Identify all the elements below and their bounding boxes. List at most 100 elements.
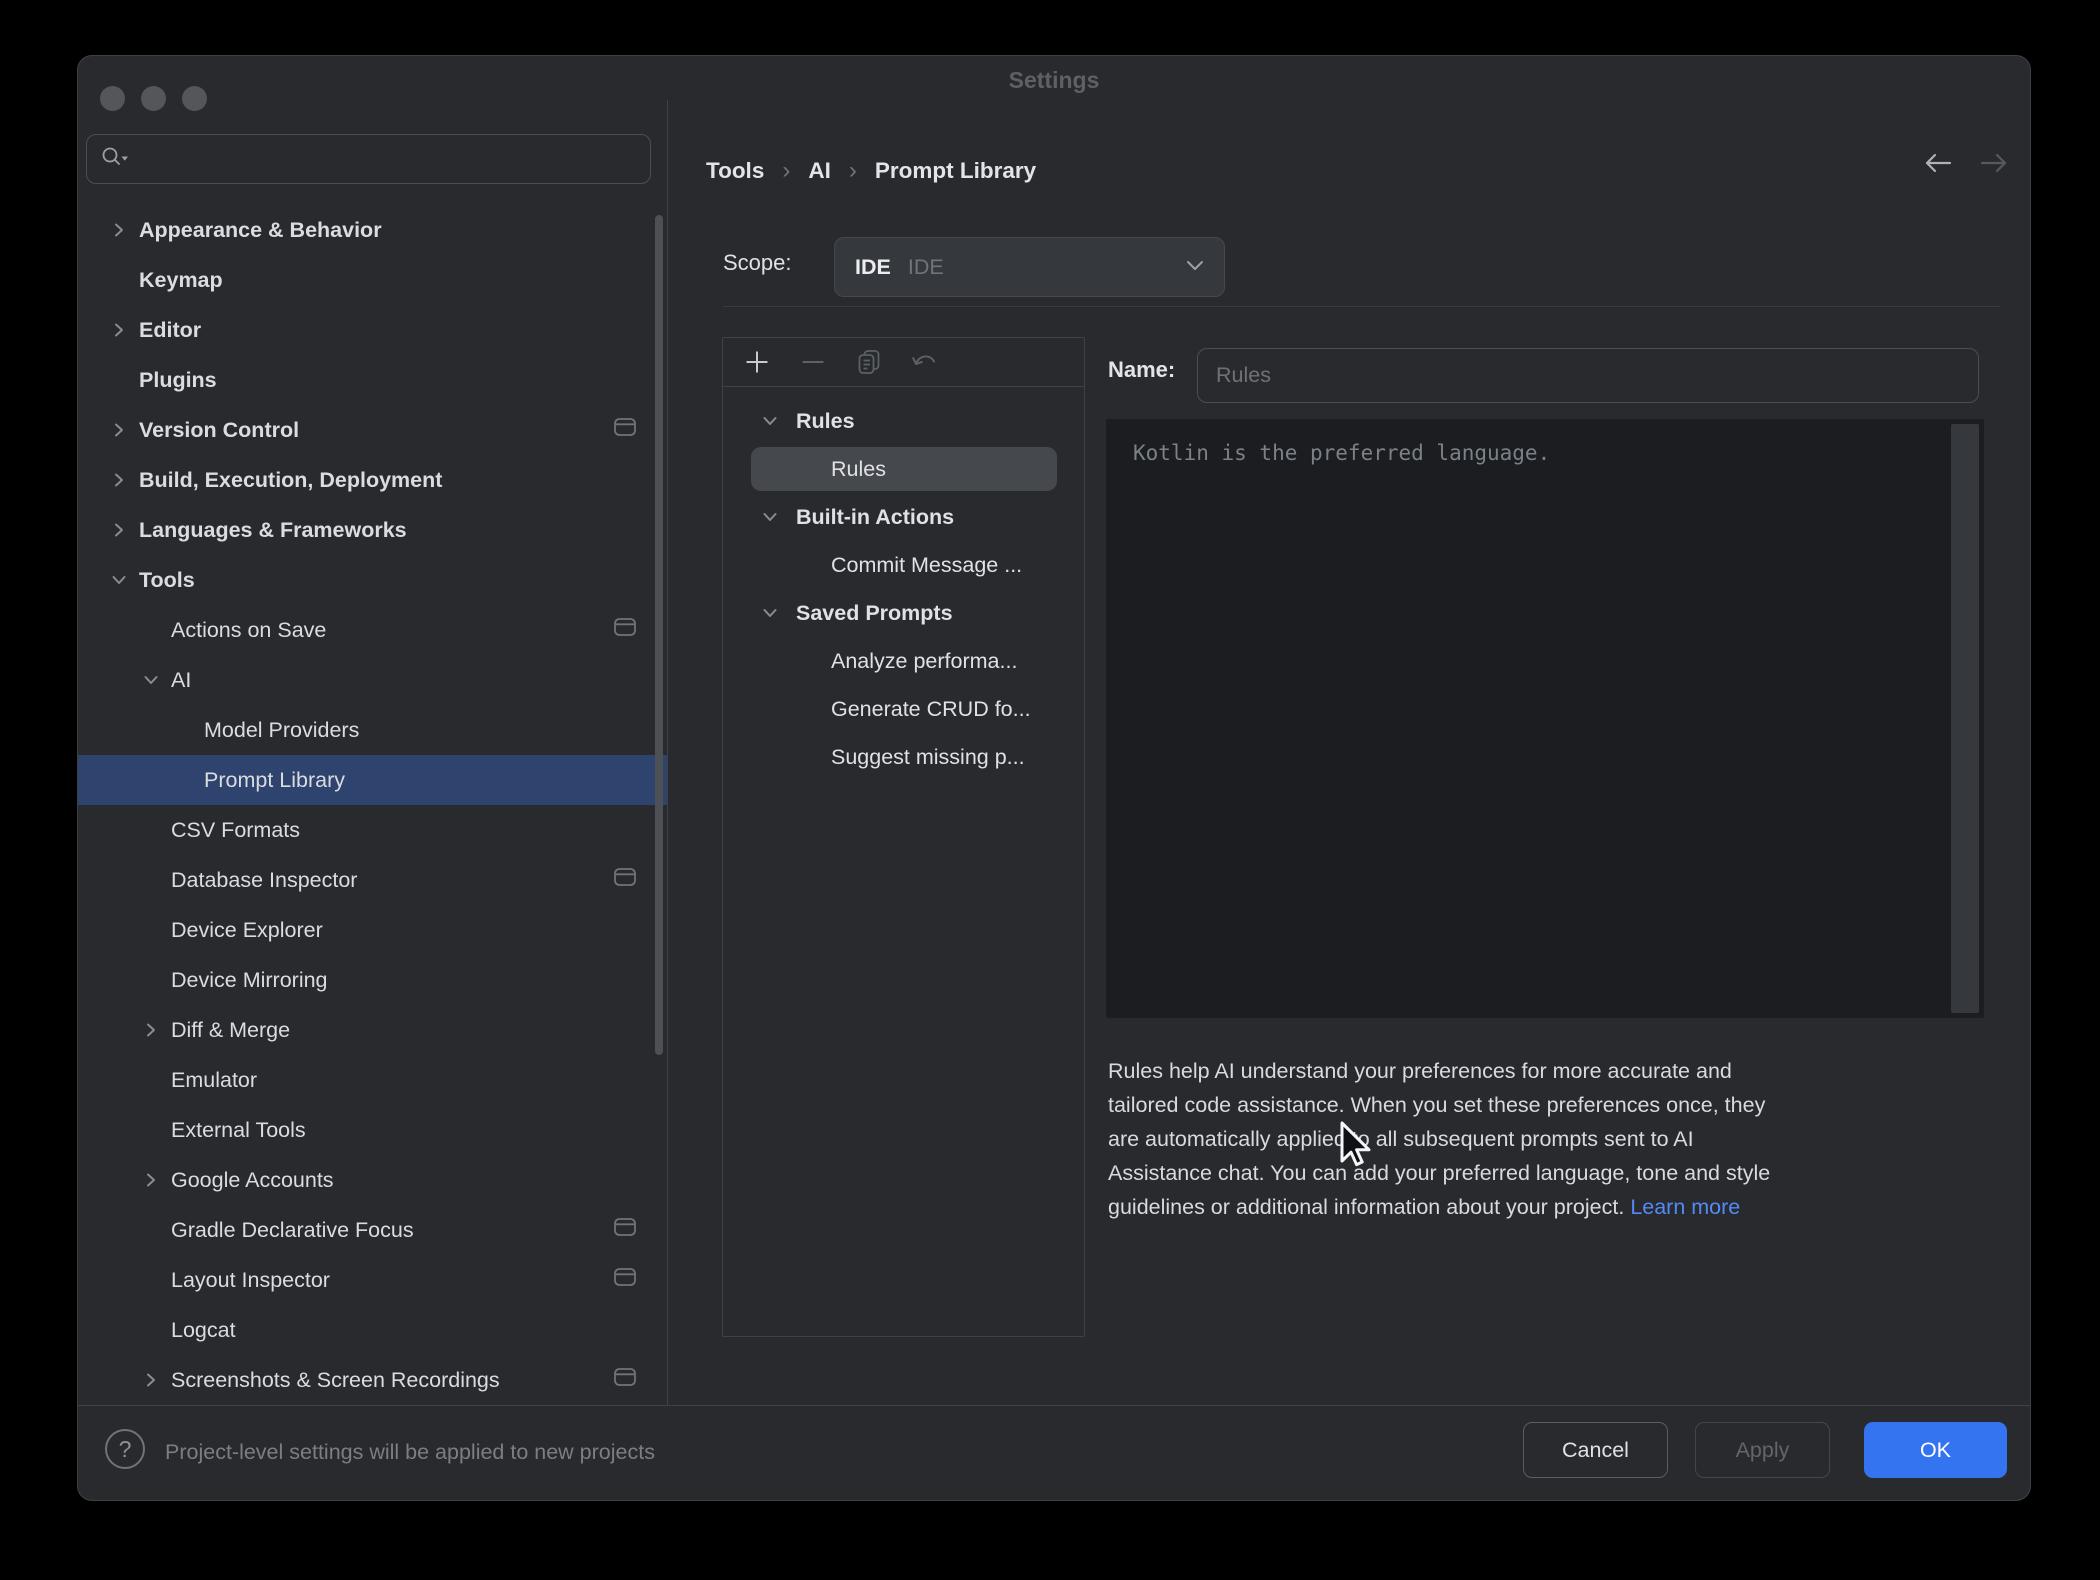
chevron-down-icon[interactable] <box>107 570 131 590</box>
sidebar-item[interactable]: Screenshots & Screen Recordings <box>78 1355 667 1405</box>
prompt-tree-item[interactable]: Analyze performa... <box>723 637 1084 685</box>
sidebar-item-label: Google Accounts <box>171 1168 334 1193</box>
chevron-down-icon[interactable] <box>758 603 782 623</box>
copy-icon[interactable] <box>853 346 885 378</box>
prompt-tree-item[interactable]: Saved Prompts <box>723 589 1084 637</box>
chevron-right-icon[interactable] <box>139 1370 163 1390</box>
sidebar-item[interactable]: AI <box>78 655 667 705</box>
sidebar-item[interactable]: Tools <box>78 555 667 605</box>
sidebar-item[interactable]: Version Control <box>78 405 667 455</box>
breadcrumb: Tools › AI › Prompt Library <box>706 149 1036 193</box>
sidebar-item-label: Model Providers <box>204 718 359 743</box>
breadcrumb-separator-icon: › <box>782 157 790 185</box>
back-arrow-icon[interactable] <box>1918 145 1958 181</box>
sidebar-item-label: Actions on Save <box>171 618 326 643</box>
forward-arrow-icon[interactable] <box>1974 145 2014 181</box>
sidebar-item[interactable]: Device Explorer <box>78 905 667 955</box>
sidebar-item-label: Screenshots & Screen Recordings <box>171 1368 500 1393</box>
breadcrumb-tools[interactable]: Tools <box>706 158 764 184</box>
cancel-button[interactable]: Cancel <box>1523 1422 1668 1478</box>
sidebar-item-label: CSV Formats <box>171 818 300 843</box>
sidebar-item-label: Appearance & Behavior <box>139 218 382 243</box>
name-input[interactable] <box>1197 348 1979 403</box>
sidebar-item-label: Tools <box>139 568 195 593</box>
sidebar-item-label: Version Control <box>139 418 299 443</box>
prompt-tree-item[interactable]: Rules <box>723 397 1084 445</box>
prompt-text-editor[interactable]: Kotlin is the preferred language. <box>1106 419 1984 1018</box>
prompt-tree-item[interactable]: Generate CRUD fo... <box>723 685 1084 733</box>
chevron-right-icon[interactable] <box>139 1020 163 1040</box>
ok-button[interactable]: OK <box>1864 1422 2007 1478</box>
settings-sidebar: Appearance & Behavior Keymap <box>78 116 667 1405</box>
sidebar-item[interactable]: Plugins <box>78 355 667 405</box>
editor-scrollbar[interactable] <box>1951 424 1979 1013</box>
chevron-right-icon[interactable] <box>107 320 131 340</box>
sidebar-item-label: External Tools <box>171 1118 306 1143</box>
sidebar-item-label: Device Mirroring <box>171 968 328 993</box>
chevron-right-icon[interactable] <box>139 1170 163 1190</box>
sidebar-item-label: Layout Inspector <box>171 1268 330 1293</box>
breadcrumb-ai[interactable]: AI <box>808 158 831 184</box>
chevron-down-icon[interactable] <box>758 411 782 431</box>
prompt-tree-item[interactable]: Commit Message ... <box>723 541 1084 589</box>
sidebar-item[interactable]: Emulator <box>78 1055 667 1105</box>
sidebar-item[interactable]: Database Inspector <box>78 855 667 905</box>
sidebar-item[interactable]: Logcat <box>78 1305 667 1355</box>
chevron-right-icon[interactable] <box>107 420 131 440</box>
ide-window-icon <box>614 868 636 893</box>
chevron-down-icon[interactable] <box>758 507 782 527</box>
remove-icon[interactable] <box>797 346 829 378</box>
chevron-right-icon[interactable] <box>107 520 131 540</box>
sidebar-item[interactable]: Google Accounts <box>78 1155 667 1205</box>
sidebar-item[interactable]: Appearance & Behavior <box>78 205 667 255</box>
prompt-tree-item-label: Saved Prompts <box>796 601 953 626</box>
search-input[interactable] <box>138 147 638 171</box>
sidebar-item[interactable]: CSV Formats <box>78 805 667 855</box>
description-last-line: guidelines or additional information abo… <box>1108 1190 2008 1224</box>
prompt-tree-item[interactable]: Suggest missing p... <box>723 733 1084 781</box>
chevron-right-icon[interactable] <box>107 220 131 240</box>
ide-window-icon <box>614 1368 636 1393</box>
rules-description: Rules help AI understand your preference… <box>1108 1054 2008 1224</box>
sidebar-item-label: Build, Execution, Deployment <box>139 468 442 493</box>
sidebar-item[interactable]: Editor <box>78 305 667 355</box>
prompt-tree-item[interactable]: Built-in Actions <box>723 493 1084 541</box>
sidebar-item[interactable]: Actions on Save <box>78 605 667 655</box>
sidebar-scrollbar[interactable] <box>655 215 663 1055</box>
sidebar-item[interactable]: Device Mirroring <box>78 955 667 1005</box>
add-icon[interactable] <box>741 346 773 378</box>
description-line: Rules help AI understand your preference… <box>1108 1054 2008 1088</box>
sidebar-item-label: AI <box>171 668 191 693</box>
prompt-list-toolbar <box>723 338 1084 387</box>
description-line: tailored code assistance. When you set t… <box>1108 1088 2008 1122</box>
chevron-right-icon[interactable] <box>107 470 131 490</box>
sidebar-item[interactable]: Keymap <box>78 255 667 305</box>
sidebar-item-label: Gradle Declarative Focus <box>171 1218 414 1243</box>
chevron-down-icon[interactable] <box>139 670 163 690</box>
prompt-tree-item-label: Rules <box>796 409 855 434</box>
learn-more-link[interactable]: Learn more <box>1630 1195 1740 1219</box>
settings-tree: Appearance & Behavior Keymap <box>78 205 667 1405</box>
prompt-list-panel: Rules Rules Built-in Actions <box>722 337 1085 1337</box>
sidebar-item[interactable]: Languages & Frameworks <box>78 505 667 555</box>
sidebar-item[interactable]: Gradle Declarative Focus <box>78 1205 667 1255</box>
scope-dropdown[interactable]: IDE IDE <box>834 237 1225 297</box>
scope-value-detail: IDE <box>908 255 1186 280</box>
dialog-footer: ? Project-level settings will be applied… <box>78 1405 2030 1500</box>
settings-search-box[interactable] <box>86 134 651 184</box>
scope-value: IDE <box>855 255 891 280</box>
sidebar-item[interactable]: Prompt Library <box>78 755 667 805</box>
sidebar-item-label: Plugins <box>139 368 217 393</box>
undo-icon[interactable] <box>909 346 941 378</box>
prompt-tree-item[interactable]: Rules <box>751 447 1057 491</box>
prompt-tree-item-label: Commit Message ... <box>831 553 1022 578</box>
sidebar-item-label: Prompt Library <box>204 768 345 793</box>
sidebar-item[interactable]: Model Providers <box>78 705 667 755</box>
search-icon <box>99 144 130 175</box>
sidebar-item[interactable]: External Tools <box>78 1105 667 1155</box>
sidebar-item[interactable]: Diff & Merge <box>78 1005 667 1055</box>
apply-button[interactable]: Apply <box>1695 1422 1830 1478</box>
sidebar-item[interactable]: Layout Inspector <box>78 1255 667 1305</box>
help-icon[interactable]: ? <box>105 1429 145 1469</box>
sidebar-item[interactable]: Build, Execution, Deployment <box>78 455 667 505</box>
